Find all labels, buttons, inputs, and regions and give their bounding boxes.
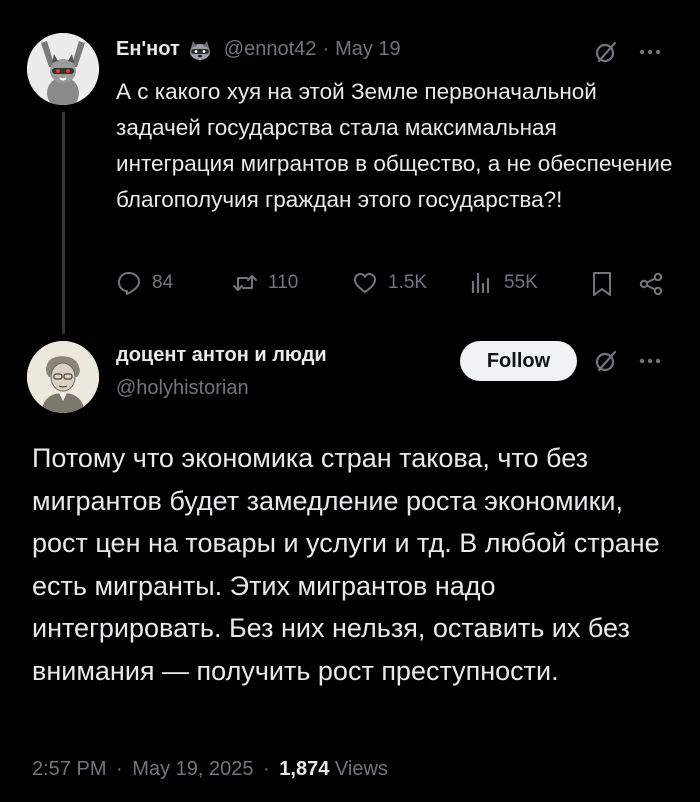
tweet2-meta: 2:57 PM · May 19, 2025 · 1,874 Views (32, 758, 388, 781)
views-icon (468, 270, 494, 296)
tweet-time[interactable]: 2:57 PM (32, 758, 106, 780)
bookmark-icon[interactable] (588, 270, 616, 298)
reply-button[interactable]: 84 (116, 270, 173, 296)
repost-count: 110 (268, 272, 299, 293)
avatar-ennot[interactable] (27, 33, 99, 105)
like-count: 1.5K (388, 272, 428, 293)
tweet1-text: А с какого хуя на этой Земле первоначаль… (116, 79, 673, 212)
views-label: Views (334, 758, 388, 780)
share-icon[interactable] (637, 270, 665, 298)
raccoon-emoji-icon (188, 39, 212, 61)
like-icon (352, 270, 378, 296)
tweet-date[interactable]: May 19, 2025 (132, 758, 253, 780)
grok-icon[interactable] (592, 38, 620, 66)
thread-connector-line (62, 112, 65, 334)
tweet-date[interactable]: May 19 (335, 38, 401, 61)
views-button[interactable]: 55K (468, 270, 538, 296)
follow-button[interactable]: Follow (460, 341, 577, 381)
repost-button[interactable]: 110 (232, 270, 298, 296)
separator: · (263, 758, 270, 780)
tweet2-handle[interactable]: @holyhistorian (116, 377, 249, 400)
reply-count: 84 (152, 272, 174, 293)
reply-icon (116, 270, 142, 296)
tweet2-text: Потому что экономика стран такова, что б… (32, 443, 660, 686)
handle[interactable]: @ennot42 (224, 38, 317, 61)
like-button[interactable]: 1.5K (352, 270, 427, 296)
display-name[interactable]: Ен'нот (116, 38, 180, 61)
separator: · (116, 758, 123, 780)
views-count: 55K (504, 272, 538, 293)
more-icon[interactable] (636, 40, 664, 64)
grok-icon[interactable] (592, 347, 620, 375)
views-count: 1,874 (279, 758, 330, 780)
more-icon[interactable] (636, 349, 664, 373)
separator: · (322, 38, 330, 60)
repost-icon (232, 270, 258, 296)
tweet1-header: Ен'нот @ennot42 · May 19 (116, 38, 401, 61)
tweet2-display-name[interactable]: доцент антон и люди (116, 344, 327, 367)
avatar-holyhistorian[interactable] (27, 341, 99, 413)
